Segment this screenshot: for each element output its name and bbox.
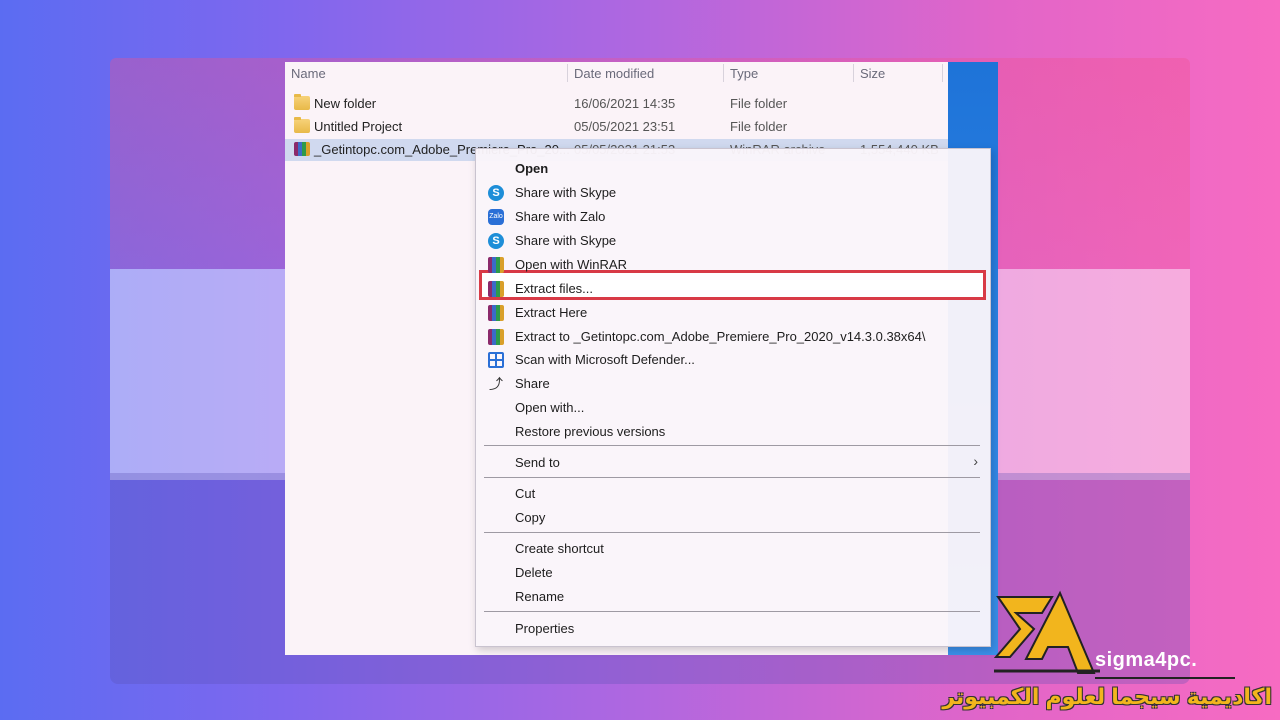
logo-underline <box>1095 677 1235 679</box>
menu-item-create-shortcut[interactable]: Create shortcut <box>476 537 990 559</box>
menu-item-label: Restore previous versions <box>515 424 666 439</box>
menu-item-send-to[interactable]: Send to › <box>476 451 990 473</box>
menu-item-properties[interactable]: Properties <box>476 617 990 639</box>
context-menu: Open S Share with Skype Zalo Share with … <box>475 148 991 647</box>
menu-item-label: Share <box>515 376 550 391</box>
zalo-icon: Zalo <box>488 209 504 225</box>
folder-icon <box>294 94 310 110</box>
menu-item-scan-defender[interactable]: Scan with Microsoft Defender... <box>476 348 990 370</box>
menu-item-label: Scan with Microsoft Defender... <box>515 352 695 367</box>
file-row-untitled-project[interactable]: Untitled Project 05/05/2021 23:51 File f… <box>285 116 948 138</box>
menu-item-open-with[interactable]: Open with... <box>476 396 990 418</box>
menu-item-label: Create shortcut <box>515 541 604 556</box>
column-header-size[interactable]: Size <box>860 66 885 81</box>
skype-icon: S <box>488 185 504 201</box>
column-divider[interactable] <box>567 64 568 82</box>
menu-item-label: Open with... <box>515 400 585 415</box>
winrar-icon <box>488 257 504 273</box>
menu-item-cut[interactable]: Cut <box>476 482 990 504</box>
menu-item-label: Properties <box>515 621 575 636</box>
file-row-new-folder[interactable]: New folder 16/06/2021 14:35 File folder <box>285 93 948 115</box>
menu-item-label: Cut <box>515 486 536 501</box>
menu-item-label: Share with Skype <box>515 233 617 248</box>
column-header-type[interactable]: Type <box>730 66 758 81</box>
skype-icon: S <box>488 233 504 249</box>
menu-item-open[interactable]: Open <box>476 157 990 179</box>
winrar-icon <box>294 142 310 156</box>
column-header-name[interactable]: Name <box>291 66 326 81</box>
winrar-icon <box>488 305 504 321</box>
file-name: New folder <box>314 96 377 111</box>
menu-item-share-skype[interactable]: S Share with Skype <box>476 181 990 203</box>
defender-icon <box>488 352 504 368</box>
share-icon: ⤴ <box>489 376 503 392</box>
file-type: File folder <box>730 119 788 134</box>
menu-item-share[interactable]: ⤴ Share <box>476 372 990 394</box>
menu-separator <box>484 532 980 533</box>
file-type: File folder <box>730 96 788 111</box>
logo-arabic-text: اكاديمية سيجما لعلوم الكمبيوتر <box>942 684 1272 709</box>
menu-item-label: Extract to _Getintopc.com_Adobe_Premiere… <box>515 329 926 344</box>
menu-item-label: Extract Here <box>515 305 588 320</box>
chevron-right-icon: › <box>973 453 978 469</box>
menu-item-extract-here[interactable]: Extract Here <box>476 301 990 323</box>
menu-item-label: Share with Zalo <box>515 209 606 224</box>
menu-item-open-winrar[interactable]: Open with WinRAR <box>476 253 990 275</box>
sigma-logo-icon <box>993 590 1100 674</box>
file-date: 05/05/2021 23:51 <box>574 119 676 134</box>
menu-item-restore-versions[interactable]: Restore previous versions <box>476 420 990 442</box>
winrar-icon <box>488 329 504 345</box>
menu-item-label: Share with Skype <box>515 185 617 200</box>
menu-item-label: Rename <box>515 589 565 604</box>
menu-item-share-zalo[interactable]: Zalo Share with Zalo <box>476 205 990 227</box>
menu-item-label: Copy <box>515 510 546 525</box>
column-header-date[interactable]: Date modified <box>574 66 654 81</box>
winrar-icon <box>488 281 504 297</box>
file-date: 16/06/2021 14:35 <box>574 96 676 111</box>
menu-separator <box>484 611 980 612</box>
menu-item-copy[interactable]: Copy <box>476 506 990 528</box>
menu-item-label: Delete <box>515 565 553 580</box>
column-headers: Name Date modified Type Size <box>285 62 948 84</box>
menu-item-label: Send to <box>515 455 560 470</box>
menu-item-label: Extract files... <box>515 281 594 296</box>
menu-separator <box>484 445 980 446</box>
menu-separator <box>484 477 980 478</box>
menu-item-extract-files[interactable]: Extract files... <box>476 277 990 299</box>
logo-brand-text: sigma4pc. <box>1095 649 1198 671</box>
menu-item-label: Open <box>515 161 549 176</box>
folder-icon <box>294 117 310 133</box>
menu-item-label: Open with WinRAR <box>515 257 627 272</box>
column-divider[interactable] <box>723 64 724 82</box>
menu-item-extract-to[interactable]: Extract to _Getintopc.com_Adobe_Premiere… <box>476 325 990 347</box>
column-divider[interactable] <box>853 64 854 82</box>
sigma4pc-logo: sigma4pc. اكاديمية سيجما لعلوم الكمبيوتر <box>942 585 1280 720</box>
menu-item-share-skype-2[interactable]: S Share with Skype <box>476 229 990 251</box>
menu-item-delete[interactable]: Delete <box>476 561 990 583</box>
file-name: Untitled Project <box>314 119 403 134</box>
column-divider[interactable] <box>942 64 943 82</box>
menu-item-rename[interactable]: Rename <box>476 585 990 607</box>
